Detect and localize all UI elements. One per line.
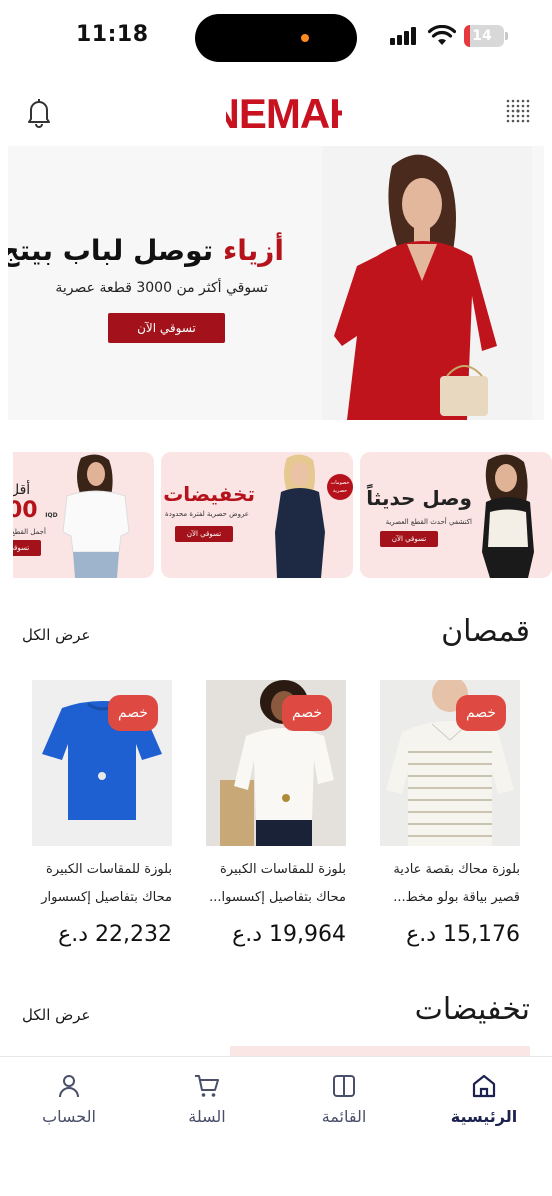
promo-price-number: 00	[13, 498, 38, 523]
promo-model-image	[275, 454, 325, 578]
product-price: 19,964 د.ع	[232, 922, 346, 947]
hero-subtitle: تسوقي أكثر من 3000 قطعة عصرية	[55, 280, 268, 296]
promo-subtitle: اكتشفي أحدث القطع العصرية	[385, 518, 472, 526]
grid-dot	[526, 109, 530, 113]
hero-shop-now-button[interactable]: تسوقي الآن	[108, 313, 225, 343]
tab-account-label: الحساب	[42, 1107, 96, 1126]
sale-badge: خصم	[456, 695, 506, 731]
grid-dot	[516, 119, 520, 123]
product-name[interactable]: بلوزة للمقاسات الكبيرة محاك بتفاصيل إكسس…	[32, 856, 172, 912]
promo-card-price[interactable]: أقل 00 IQD أجمل القطع تسوقي الآن	[13, 452, 154, 578]
sale-badge: خصم	[282, 695, 332, 731]
cart-icon	[195, 1075, 219, 1097]
section-title-sales: تخفيضات	[414, 992, 530, 1027]
tab-account[interactable]: الحساب	[19, 1069, 119, 1129]
grid-dot	[511, 99, 515, 103]
tab-home-label: الرئيسية	[450, 1107, 518, 1126]
grid-dot	[526, 119, 530, 123]
dots-grid-icon[interactable]	[504, 97, 532, 125]
promo-subtitle: عروض حصرية لفترة محدودة	[165, 510, 249, 518]
battery-level: 14	[472, 28, 492, 44]
hero-title-rest: توصل لباب بيتج	[8, 234, 223, 267]
grid-dot	[521, 104, 525, 108]
promo-subtitle: أجمل القطع	[13, 528, 46, 536]
promo-model-image	[62, 454, 130, 578]
grid-dot	[511, 104, 515, 108]
product-card[interactable]: خصم بلوزة للمقاسات الكبيرة محاك بتفاصيل …	[32, 680, 172, 950]
grid-dot	[511, 109, 515, 113]
promo-title: أقل	[13, 482, 31, 498]
view-all-sales-link[interactable]: عرض الكل	[22, 1006, 91, 1024]
menu-panel-icon	[333, 1075, 355, 1097]
promo-shop-button[interactable]: تسوقي الآن	[380, 531, 438, 547]
tab-menu[interactable]: القائمة	[294, 1069, 394, 1129]
grid-dot	[516, 104, 520, 108]
promo-shop-button[interactable]: تسوقي الآن	[13, 540, 41, 556]
section-title-shirts: قمصان	[441, 614, 530, 649]
home-icon	[472, 1074, 496, 1098]
promo-title: وصل حديثاً	[366, 486, 472, 510]
promo-shop-button[interactable]: تسوقي الآن	[175, 526, 233, 542]
tab-home[interactable]: الرئيسية	[434, 1069, 534, 1129]
status-bar: 11:18 14	[0, 0, 552, 76]
app-header: NEMAH	[0, 80, 552, 144]
status-time: 11:18	[76, 22, 149, 47]
dynamic-island	[195, 14, 357, 62]
sales-carousel-peek	[230, 1046, 530, 1056]
hero-model-image	[322, 146, 532, 420]
hero-title: أزياء توصل لباب بيتج	[8, 234, 284, 267]
battery-cap	[505, 32, 508, 40]
view-all-shirts-link[interactable]: عرض الكل	[22, 626, 91, 644]
product-name[interactable]: بلوزة محاك بقصة عادية قصير بياقة بولو مخ…	[380, 856, 520, 912]
product-image[interactable]: خصم	[380, 680, 520, 846]
product-name[interactable]: بلوزة للمقاسات الكبيرة محاك بتفاصيل إكسس…	[206, 856, 346, 912]
battery-icon: 14	[464, 25, 504, 47]
hero-title-accent: أزياء	[222, 234, 284, 267]
product-price: 22,232 د.ع	[58, 922, 172, 947]
brand-logo-text: NEMAH	[226, 90, 342, 134]
grid-dot	[506, 104, 510, 108]
promo-model-image	[482, 454, 534, 578]
grid-dot	[516, 99, 520, 103]
promo-price-value: 00 IQD	[13, 498, 58, 523]
grid-dot	[526, 104, 530, 108]
grid-dot	[526, 114, 530, 118]
grid-dot	[511, 114, 515, 118]
product-image[interactable]: خصم	[32, 680, 172, 846]
tab-menu-label: القائمة	[321, 1107, 367, 1126]
promo-badge: خصومات حصرية	[327, 474, 353, 500]
grid-dot	[521, 99, 525, 103]
user-icon	[59, 1075, 79, 1098]
product-card[interactable]: خصم بلوزة للمقاسات الكبيرة محاك بتفاصيل …	[206, 680, 346, 950]
grid-dot	[526, 99, 530, 103]
bottom-tab-bar: الرئيسية القائمة السلة الحساب	[0, 1056, 552, 1196]
grid-dot	[506, 119, 510, 123]
product-price: 15,176 د.ع	[406, 922, 520, 947]
grid-dot	[516, 109, 520, 113]
grid-dot	[506, 114, 510, 118]
grid-dot	[506, 99, 510, 103]
grid-dot	[511, 119, 515, 123]
grid-dot	[516, 114, 520, 118]
grid-dot	[521, 119, 525, 123]
bell-icon[interactable]	[22, 95, 56, 129]
recording-dot-icon	[301, 34, 309, 42]
tab-cart[interactable]: السلة	[157, 1069, 257, 1129]
tab-cart-label: السلة	[188, 1107, 226, 1126]
product-image[interactable]: خصم	[206, 680, 346, 846]
hero-banner[interactable]: أزياء توصل لباب بيتج تسوقي أكثر من 3000 …	[8, 146, 544, 420]
sale-badge: خصم	[108, 695, 158, 731]
grid-dot	[521, 114, 525, 118]
wifi-icon	[428, 25, 456, 45]
promo-card-new-arrivals[interactable]: وصل حديثاً اكتشفي أحدث القطع العصرية تسو…	[360, 452, 552, 578]
promo-card-discounts[interactable]: خصومات حصرية تخفيضات عروض حصرية لفترة مح…	[161, 452, 353, 578]
grid-dot	[506, 109, 510, 113]
product-card[interactable]: خصم بلوزة محاك بقصة عادية قصير بياقة بول…	[380, 680, 520, 950]
promo-title: تخفيضات	[163, 482, 255, 506]
promo-carousel[interactable]: وصل حديثاً اكتشفي أحدث القطع العصرية تسو…	[0, 452, 552, 578]
brand-logo[interactable]: NEMAH	[226, 90, 342, 134]
cellular-signal-icon	[390, 27, 418, 45]
grid-dot	[521, 109, 525, 113]
promo-price-currency: IQD	[45, 512, 58, 519]
